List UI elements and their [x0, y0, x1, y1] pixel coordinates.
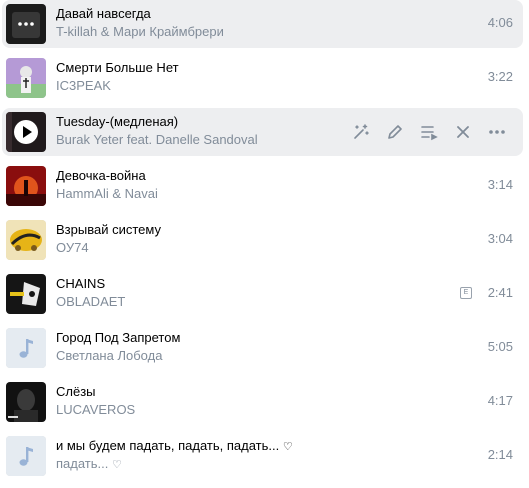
track-artist[interactable]: T-killah & Мари Краймбрери: [56, 23, 224, 40]
track-title-text: и мы будем падать, падать, падать...: [56, 438, 280, 453]
track-title[interactable]: Взрывай систему: [56, 221, 161, 238]
track-cover[interactable]: [6, 274, 46, 314]
track-row[interactable]: Слёзы LUCAVEROS 4:17: [2, 378, 523, 426]
track-duration: 4:06: [487, 15, 513, 30]
play-icon[interactable]: [14, 120, 38, 144]
track-artist[interactable]: IC3PEAK: [56, 77, 111, 94]
track-duration: 5:05: [487, 339, 513, 354]
track-artist[interactable]: Светлана Лобода: [56, 347, 162, 364]
edit-pencil-icon[interactable]: [383, 122, 407, 142]
track-row[interactable]: Давай навсегда T-killah & Мари Краймбрер…: [2, 0, 523, 48]
track-duration: 2:41: [487, 285, 513, 300]
track-title[interactable]: Девочка-война: [56, 167, 146, 184]
track-row[interactable]: Смерти Больше Нет IC3PEAK 3:22: [2, 54, 523, 102]
track-row[interactable]: CHAINS OBLADAET E 2:41: [2, 270, 523, 318]
more-dots-icon: [18, 22, 34, 26]
more-horizontal-icon[interactable]: [485, 122, 509, 142]
track-artist-text: падать...: [56, 456, 109, 471]
explicit-badge: E: [460, 287, 472, 299]
track-cover[interactable]: [6, 382, 46, 422]
track-row[interactable]: Взрывай систему ОУ74 3:04: [2, 216, 523, 264]
track-title[interactable]: Давай навсегда: [56, 5, 151, 22]
remove-icon[interactable]: [451, 122, 475, 142]
track-cover[interactable]: [6, 166, 46, 206]
track-row[interactable]: Город Под Запретом Светлана Лобода 5:05: [2, 324, 523, 372]
track-row[interactable]: Tuesday-(медленая) Burak Yeter feat. Dan…: [2, 108, 523, 156]
track-artist[interactable]: падать... ♡: [56, 455, 122, 474]
magic-wand-icon[interactable]: [349, 122, 373, 142]
track-title[interactable]: Tuesday-(медленая): [56, 113, 178, 130]
track-title[interactable]: Город Под Запретом: [56, 329, 180, 346]
track-title[interactable]: Слёзы: [56, 383, 96, 400]
add-to-queue-icon[interactable]: [417, 122, 441, 142]
track-cover[interactable]: [6, 58, 46, 98]
track-row[interactable]: и мы будем падать, падать, падать... ♡ п…: [2, 432, 523, 480]
heart-symbol: ♡: [112, 459, 122, 471]
track-duration: 4:17: [487, 393, 513, 408]
track-actions: [349, 122, 509, 142]
track-duration: 2:14: [487, 447, 513, 462]
track-cover[interactable]: [6, 4, 46, 44]
track-cover[interactable]: [6, 436, 46, 476]
track-row[interactable]: Девочка-война HammAli & Navai 3:14: [2, 162, 523, 210]
track-cover[interactable]: [6, 112, 46, 152]
track-cover[interactable]: [6, 328, 46, 368]
track-duration: 3:14: [487, 177, 513, 192]
track-duration: 3:04: [487, 231, 513, 246]
track-title[interactable]: Смерти Больше Нет: [56, 59, 179, 76]
track-artist[interactable]: LUCAVEROS: [56, 401, 135, 418]
track-artist[interactable]: OBLADAET: [56, 293, 125, 310]
track-title[interactable]: и мы будем падать, падать, падать... ♡: [56, 437, 293, 456]
track-artist[interactable]: HammAli & Navai: [56, 185, 158, 202]
track-cover[interactable]: [6, 220, 46, 260]
audio-list: Давай навсегда T-killah & Мари Краймбрер…: [0, 0, 529, 488]
track-artist[interactable]: ОУ74: [56, 239, 89, 256]
track-artist[interactable]: Burak Yeter feat. Danelle Sandoval: [56, 131, 258, 148]
heart-symbol: ♡: [282, 441, 293, 453]
track-title[interactable]: CHAINS: [56, 275, 105, 292]
track-duration: 3:22: [487, 69, 513, 84]
